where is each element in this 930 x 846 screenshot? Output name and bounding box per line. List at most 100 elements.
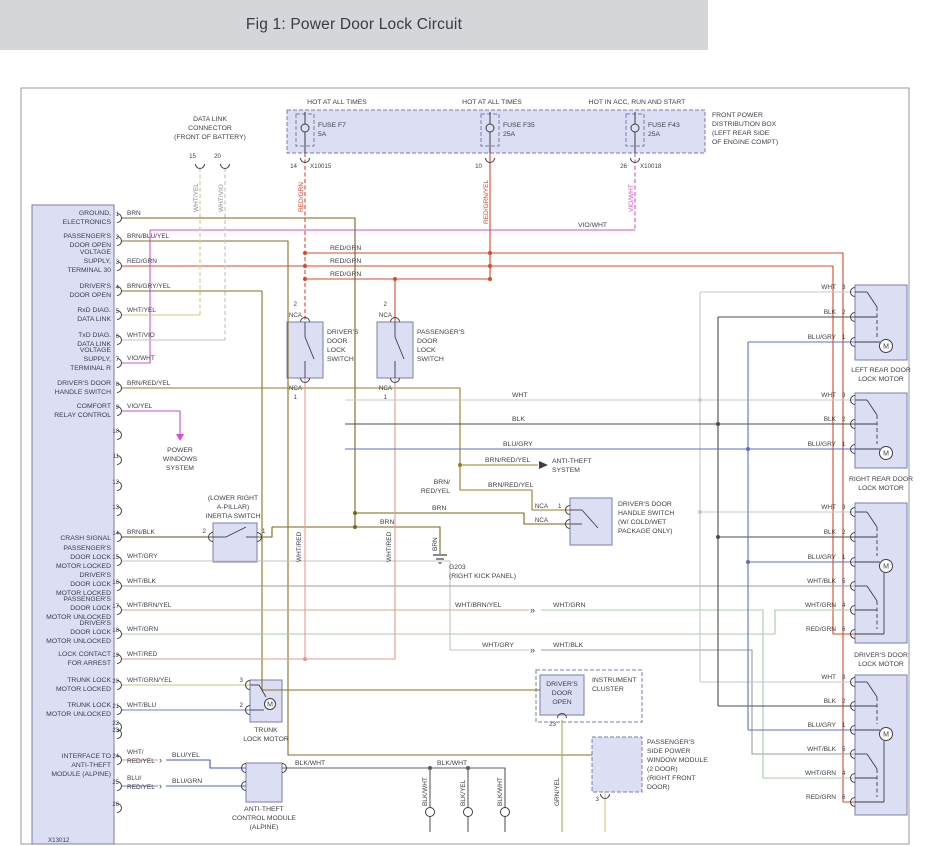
label-anti-theft: ANTI-THEFT — [244, 806, 284, 813]
label-blu-gry: BLU/GRY — [808, 554, 837, 561]
label-5: 5 — [842, 746, 846, 753]
label-vio-yel: VIO/YEL — [127, 403, 153, 410]
label-nca: NCA — [535, 517, 549, 524]
label-lock: LOCK — [327, 347, 346, 354]
label-wht-blu: WHT/BLU — [127, 702, 157, 709]
label-red-grn: RED/GRN — [330, 258, 361, 265]
label-4: 4 — [116, 285, 120, 291]
label-1: 1 — [294, 394, 298, 401]
label-2: 2 — [203, 528, 207, 535]
label-hot-at-all-times: HOT AT ALL TIMES — [307, 99, 367, 106]
label-brn: BRN — [432, 537, 439, 551]
label-driver-s: DRIVER'S — [79, 572, 111, 579]
label-blu: BLU/ — [127, 775, 142, 782]
diagram-frame — [21, 88, 909, 844]
label-brn-gry-yel: BRN/GRY/YEL — [127, 283, 171, 290]
label-connector: CONNECTOR — [188, 125, 232, 132]
label-a-pillar: A-PILLAR) — [217, 504, 249, 511]
power-windows-arrow-icon — [176, 434, 184, 441]
wire-wht-blk-passenger — [541, 650, 855, 754]
junction-dot — [488, 251, 492, 255]
wire-vio-yel — [121, 411, 180, 434]
label-motor-locked: MOTOR LOCKED — [56, 563, 111, 570]
label-blk: BLK — [512, 416, 525, 423]
label-1: 1 — [842, 441, 846, 448]
label-wht-grn: WHT/GRN — [805, 602, 836, 609]
wiring-diagram: MMMMMDATA LINKCONNECTOR(FRONT OF BATTERY… — [0, 0, 930, 846]
label-front-power: FRONT POWER — [712, 112, 763, 119]
label-vio-wht: VIO/WHT — [127, 355, 155, 362]
label-passenger-s: PASSENGER'S — [63, 596, 111, 603]
label-driver-s-door: DRIVER'S DOOR — [618, 501, 672, 508]
chevron-icon: › — [159, 781, 162, 791]
label-wht-grn-yel: WHT/GRN/YEL — [127, 677, 173, 684]
label-terminal-r: TERMINAL R — [70, 365, 111, 372]
label-right-rear-door: RIGHT REAR DOOR — [849, 476, 913, 483]
label-blk-wht: BLK/WHT — [422, 777, 429, 806]
label-door-open: DOOR OPEN — [69, 292, 111, 299]
junction-dot — [303, 657, 307, 661]
label-anti-theft: ANTI-THEFT — [552, 458, 592, 465]
label-wht-gry: WHT/GRY — [127, 553, 158, 560]
label-x13012: X13012 — [48, 837, 70, 844]
label-door: DOOR) — [647, 784, 670, 791]
junction-dot — [353, 511, 357, 515]
label-8: 8 — [116, 382, 120, 388]
label-supply: SUPPLY, — [84, 258, 111, 265]
label-lock-motor: LOCK MOTOR — [858, 376, 904, 383]
label-blu-gry: BLU/GRY — [808, 722, 837, 729]
label-blk-wht: BLK/WHT — [497, 777, 504, 806]
wire-blk-wht-out — [282, 768, 505, 832]
inertia-switch — [213, 523, 257, 562]
label-door: DOOR — [327, 338, 347, 345]
label-brn: BRN — [432, 505, 446, 512]
label-2: 2 — [240, 702, 244, 709]
motor-icon-label: M — [883, 451, 889, 458]
label-red-grn-yel: RED/GRN/YEL — [483, 180, 490, 224]
label-wht-red: WHT/RED — [386, 531, 393, 562]
label-switch: SWITCH — [417, 356, 444, 363]
label-2: 2 — [842, 529, 846, 536]
label-20: 20 — [214, 153, 221, 160]
label-right-kick-panel: (RIGHT KICK PANEL) — [449, 573, 516, 580]
wire-brn-blu-yel — [121, 241, 592, 755]
motor-icon-label: M — [267, 702, 273, 709]
label-25: 25 — [112, 780, 119, 786]
label-15: 15 — [189, 153, 196, 160]
label-door-lock: DOOR LOCK — [70, 581, 111, 588]
label-nca: NCA — [289, 312, 303, 319]
label-14: 14 — [112, 531, 119, 537]
anti-theft-control-module-box — [246, 763, 282, 802]
label-19: 19 — [112, 653, 119, 659]
label-txd-diag: TxD DIAG. — [78, 332, 111, 339]
label-driver-s: DRIVER'S — [327, 329, 359, 336]
label-17: 17 — [112, 604, 119, 610]
label-control-module: CONTROL MODULE — [232, 815, 296, 822]
junction-dot — [716, 535, 720, 539]
label-1: 1 — [262, 528, 266, 535]
label-instrument: INSTRUMENT — [592, 677, 637, 684]
chevron-icon: » — [530, 645, 535, 655]
label-driver-s: DRIVER'S — [79, 283, 111, 290]
label-2-door: (2 DOOR) — [647, 766, 678, 773]
label-brn: BRN — [127, 210, 141, 217]
label-red-yel: RED/YEL — [127, 758, 155, 765]
label-for-arrest: FOR ARREST — [68, 660, 111, 667]
label-2: 2 — [294, 301, 298, 308]
label-trunk-lock: TRUNK LOCK — [67, 677, 111, 684]
label-red-grn: RED/GRN — [127, 258, 157, 265]
label-ground: GROUND, — [79, 210, 111, 217]
label-red-grn: RED/GRN — [330, 245, 361, 252]
junction-dot — [716, 422, 720, 426]
label-16: 16 — [112, 580, 119, 586]
label-lock-motor: LOCK MOTOR — [858, 661, 904, 668]
label-25a: 25A — [648, 131, 661, 138]
label-lock: LOCK — [417, 347, 436, 354]
label-wht-grn: WHT/GRN — [805, 770, 836, 777]
label-red-yel: RED/YEL — [127, 784, 155, 791]
front-power-distribution-box — [287, 110, 705, 153]
label-door-lock: DOOR LOCK — [70, 605, 111, 612]
drivers-door-lock-motor-box — [855, 503, 907, 643]
label-door: DOOR — [552, 690, 572, 697]
label-21: 21 — [112, 704, 119, 710]
